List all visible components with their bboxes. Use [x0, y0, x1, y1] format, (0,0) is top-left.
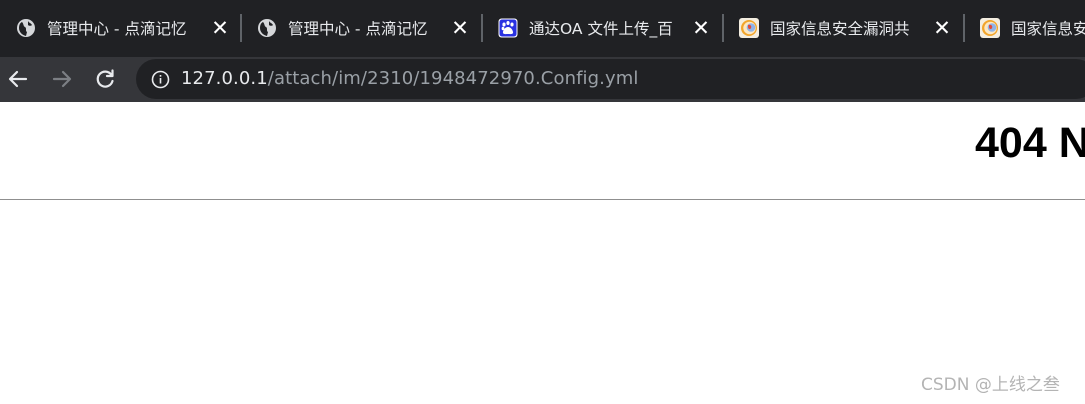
- tab-title: 通达OA 文件上传_百: [529, 20, 673, 38]
- url-host: 127.0.0.1: [181, 68, 268, 89]
- url-text[interactable]: 127.0.0.1/attach/im/2310/1948472970.Conf…: [181, 68, 638, 90]
- browser-toolbar: 127.0.0.1/attach/im/2310/1948472970.Conf…: [0, 57, 1085, 102]
- tab-strip: 管理中心 - 点滴记忆 ✕ 管理中心 - 点滴记忆 ✕ 通达OA 文件上传_百 …: [0, 0, 1085, 57]
- tab-title: 国家信息安全漏洞共: [770, 20, 910, 38]
- tab-title: 国家信息安: [1011, 20, 1085, 38]
- arrow-right-icon: [52, 70, 72, 88]
- tab-close-button[interactable]: ✕: [691, 17, 711, 39]
- arrow-left-icon: [8, 70, 28, 88]
- back-button[interactable]: [5, 66, 31, 92]
- tab-1[interactable]: 管理中心 - 点滴记忆 ✕: [0, 0, 241, 57]
- tab-title: 管理中心 - 点滴记忆: [47, 20, 187, 38]
- info-circle-icon[interactable]: [151, 70, 170, 89]
- cnvd-globe-icon: [980, 18, 1000, 38]
- reload-icon: [96, 69, 114, 88]
- globe-icon: [17, 19, 35, 37]
- horizontal-rule: [0, 199, 1085, 200]
- address-bar[interactable]: 127.0.0.1/attach/im/2310/1948472970.Conf…: [136, 59, 1085, 99]
- tab-close-button[interactable]: ✕: [210, 17, 230, 39]
- forward-button[interactable]: [49, 66, 75, 92]
- watermark-text: CSDN @上线之叁: [921, 375, 1060, 395]
- error-heading: 404 N: [975, 119, 1085, 167]
- url-path: /attach/im/2310/1948472970.Config.yml: [267, 68, 639, 89]
- tab-5[interactable]: 国家信息安: [964, 0, 1085, 57]
- reload-button[interactable]: [92, 66, 118, 92]
- tab-close-button[interactable]: ✕: [450, 17, 470, 39]
- tab-title: 管理中心 - 点滴记忆: [288, 20, 428, 38]
- tab-4[interactable]: 国家信息安全漏洞共 ✕: [723, 0, 964, 57]
- tab-2[interactable]: 管理中心 - 点滴记忆 ✕: [241, 0, 482, 57]
- globe-icon: [258, 19, 276, 37]
- tab-close-button[interactable]: ✕: [932, 17, 952, 39]
- baidu-paw-icon: [498, 18, 518, 38]
- tab-3[interactable]: 通达OA 文件上传_百 ✕: [482, 0, 723, 57]
- cnvd-globe-icon: [739, 18, 759, 38]
